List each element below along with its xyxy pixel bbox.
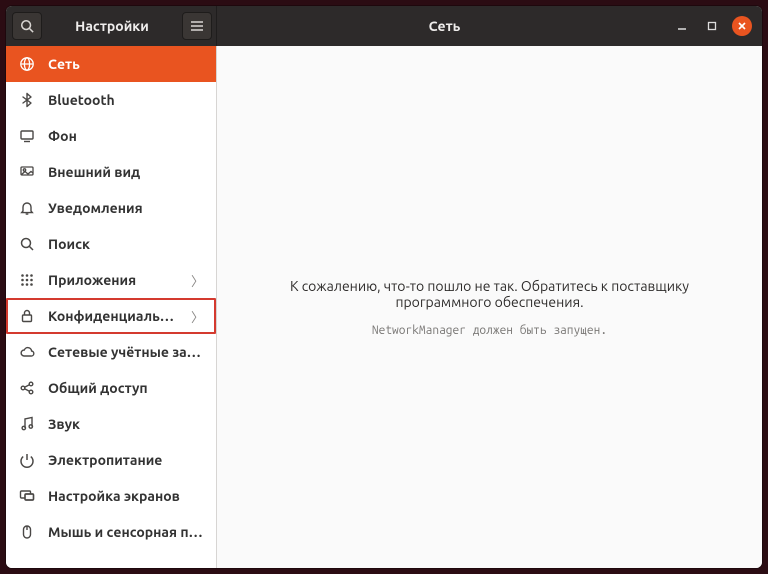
sidebar-item-label: Сетевые учётные записи <box>48 344 204 360</box>
sidebar-item-mouse[interactable]: Мышь и сенсорная панель <box>6 514 216 550</box>
minimize-button[interactable] <box>672 16 692 36</box>
sidebar-item-label: Электропитание <box>48 452 204 468</box>
sidebar-item-sharing[interactable]: Общий доступ <box>6 370 216 406</box>
search-icon <box>18 236 36 252</box>
sidebar-item-label: Мышь и сенсорная панель <box>48 524 204 540</box>
sidebar-item-background[interactable]: Фон <box>6 118 216 154</box>
sidebar-item-label: Bluetooth <box>48 92 204 108</box>
minimize-icon <box>677 21 687 31</box>
power-icon <box>18 452 36 468</box>
search-icon <box>20 19 34 33</box>
window-body: Сеть Bluetooth Фон Внешний вид Уведомления По… <box>6 46 762 568</box>
sidebar-item-label: Уведомления <box>48 200 204 216</box>
sidebar-item-label: Приложения <box>48 272 179 288</box>
sidebar-item-label: Фон <box>48 128 204 144</box>
close-icon <box>737 21 747 31</box>
display-icon <box>18 128 36 144</box>
maximize-icon <box>707 21 717 31</box>
music-icon <box>18 416 36 432</box>
header-left: Настройки <box>6 6 217 46</box>
header-left-title: Настройки <box>46 18 178 34</box>
appearance-icon <box>18 164 36 180</box>
sidebar-item-appearance[interactable]: Внешний вид <box>6 154 216 190</box>
sidebar-item-label: Звук <box>48 416 204 432</box>
sidebar-item-network[interactable]: Сеть <box>6 46 216 82</box>
maximize-button[interactable] <box>702 16 722 36</box>
cloud-icon <box>18 344 36 360</box>
sidebar-item-bluetooth[interactable]: Bluetooth <box>6 82 216 118</box>
sidebar[interactable]: Сеть Bluetooth Фон Внешний вид Уведомления По… <box>6 46 217 568</box>
sidebar-item-label: Конфиденциальность <box>48 308 179 324</box>
sidebar-item-applications[interactable]: Приложения 〉 <box>6 262 216 298</box>
sidebar-item-search[interactable]: Поиск <box>6 226 216 262</box>
sidebar-item-sound[interactable]: Звук <box>6 406 216 442</box>
sidebar-item-power[interactable]: Электропитание <box>6 442 216 478</box>
search-button[interactable] <box>12 12 42 40</box>
close-button[interactable] <box>732 16 752 36</box>
mouse-icon <box>18 524 36 540</box>
sidebar-item-online[interactable]: Сетевые учётные записи <box>6 334 216 370</box>
hamburger-icon <box>190 20 204 32</box>
bell-icon <box>18 200 36 216</box>
sidebar-item-notifications[interactable]: Уведомления <box>6 190 216 226</box>
error-message: К сожалению, что-то пошло не так. Обрати… <box>241 278 738 310</box>
window-controls <box>672 16 762 36</box>
sidebar-item-privacy[interactable]: Конфиденциальность 〉 <box>6 298 216 334</box>
header-right-title: Сеть <box>217 18 672 34</box>
header-right: Сеть <box>217 6 762 46</box>
sidebar-item-label: Сеть <box>48 56 204 72</box>
settings-window: Настройки Сеть Сеть Bluetooth Фон Внешний в… <box>6 6 762 568</box>
sidebar-item-label: Внешний вид <box>48 164 204 180</box>
sidebar-item-displays[interactable]: Настройка экранов <box>6 478 216 514</box>
menu-button[interactable] <box>182 12 212 40</box>
chevron-right-icon: 〉 <box>191 271 204 290</box>
content-pane: К сожалению, что-то пошло не так. Обрати… <box>217 46 762 568</box>
grid-icon <box>18 272 36 288</box>
headerbar: Настройки Сеть <box>6 6 762 46</box>
globe-icon <box>18 56 36 72</box>
lock-icon <box>18 308 36 324</box>
chevron-right-icon: 〉 <box>191 307 204 326</box>
monitor-icon <box>18 488 36 504</box>
bluetooth-icon <box>18 92 36 108</box>
sidebar-item-label: Настройка экранов <box>48 488 204 504</box>
sidebar-item-label: Общий доступ <box>48 380 204 396</box>
sidebar-item-label: Поиск <box>48 236 204 252</box>
error-detail: NetworkManager должен быть запущен. <box>372 324 607 337</box>
share-icon <box>18 380 36 396</box>
